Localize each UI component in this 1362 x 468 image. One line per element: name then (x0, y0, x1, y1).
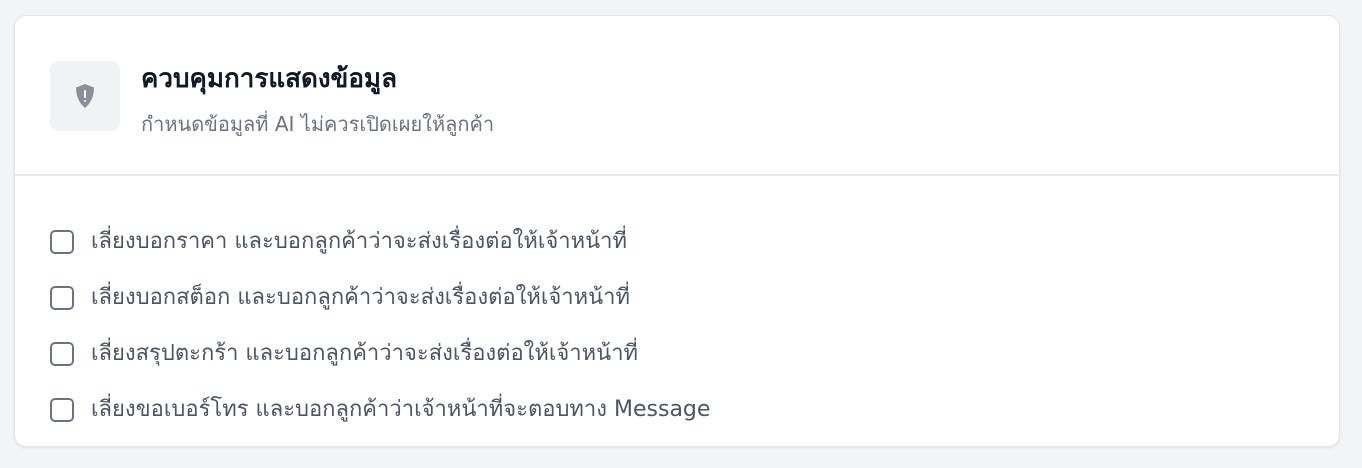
card-header: ควบคุมการแสดงข้อมูล กำหนดข้อมูลที่ AI ไม… (15, 16, 1339, 176)
checkbox-avoid-price[interactable] (50, 230, 74, 254)
options-list: เลี่ยงบอกราคา และบอกลูกค้าว่าจะส่งเรื่อง… (15, 176, 1339, 438)
option-avoid-stock[interactable]: เลี่ยงบอกสต็อก และบอกลูกค้าว่าจะส่งเรื่อ… (50, 270, 1339, 326)
option-label: เลี่ยงบอกสต็อก และบอกลูกค้าว่าจะส่งเรื่อ… (91, 285, 630, 310)
display-control-card: ควบคุมการแสดงข้อมูล กำหนดข้อมูลที่ AI ไม… (14, 15, 1340, 447)
checkbox-avoid-cart-summary[interactable] (50, 342, 74, 366)
card-title: ควบคุมการแสดงข้อมูล (141, 64, 398, 94)
card-subtitle: กำหนดข้อมูลที่ AI ไม่ควรเปิดเผยให้ลูกค้า (141, 112, 495, 136)
option-avoid-phone-request[interactable]: เลี่ยงขอเบอร์โทร และบอกลูกค้าว่าเจ้าหน้า… (50, 382, 1339, 438)
checkbox-avoid-stock[interactable] (50, 286, 74, 310)
option-avoid-cart-summary[interactable]: เลี่ยงสรุปตะกร้า และบอกลูกค้าว่าจะส่งเรื… (50, 326, 1339, 382)
option-label: เลี่ยงขอเบอร์โทร และบอกลูกค้าว่าเจ้าหน้า… (91, 397, 711, 422)
checkbox-avoid-phone-request[interactable] (50, 398, 74, 422)
shield-icon-container (50, 61, 120, 131)
shield-alert-icon (76, 84, 94, 108)
option-label: เลี่ยงบอกราคา และบอกลูกค้าว่าจะส่งเรื่อง… (91, 229, 627, 254)
option-label: เลี่ยงสรุปตะกร้า และบอกลูกค้าว่าจะส่งเรื… (91, 341, 639, 366)
option-avoid-price[interactable]: เลี่ยงบอกราคา และบอกลูกค้าว่าจะส่งเรื่อง… (50, 214, 1339, 270)
